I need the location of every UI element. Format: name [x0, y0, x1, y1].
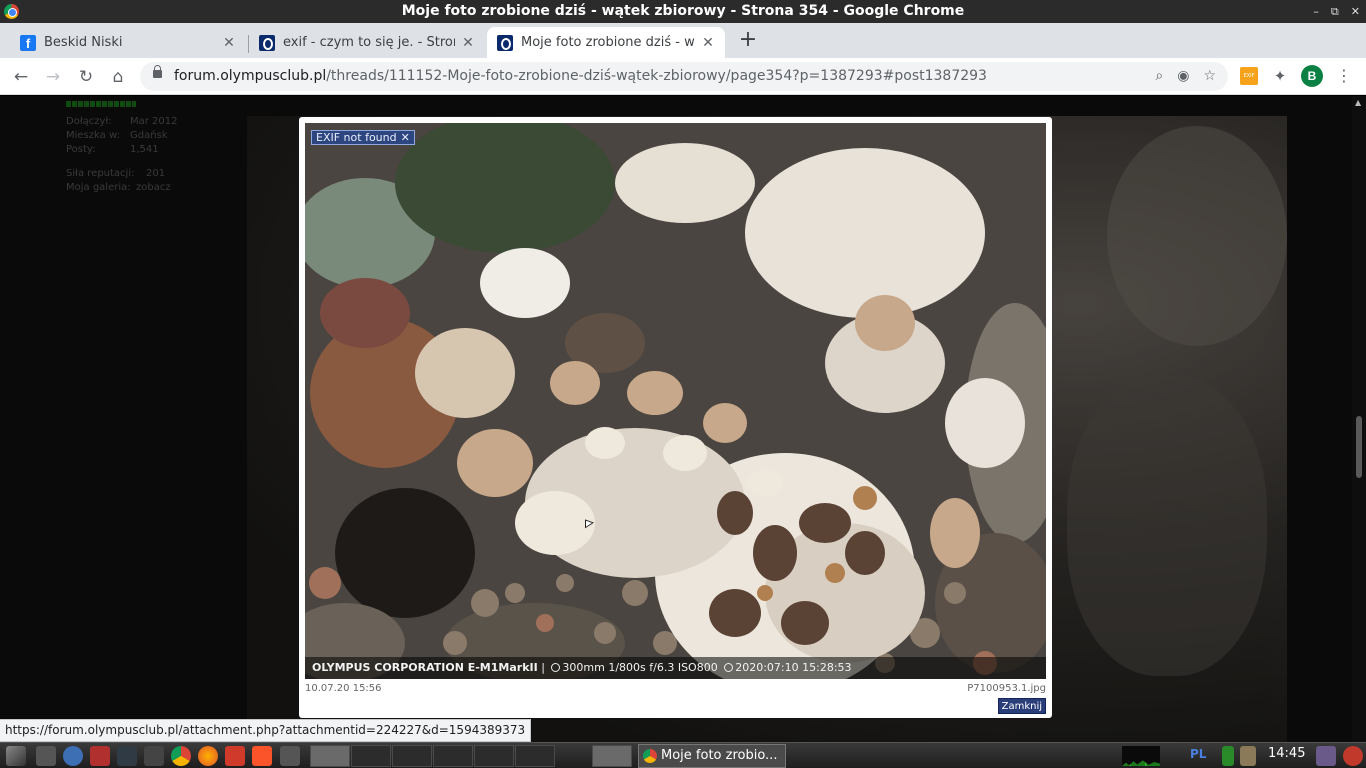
tab-close-icon[interactable]: ✕ — [701, 35, 715, 51]
tab-close-icon[interactable]: ✕ — [222, 35, 236, 51]
tab-moje-foto[interactable]: Moje foto zrobione dziś - w ✕ — [487, 27, 725, 58]
olympus-icon — [259, 34, 275, 51]
brave-launcher-icon[interactable] — [252, 746, 272, 766]
exif-extension-icon[interactable]: EXIF — [1240, 67, 1258, 85]
tab-strip: f Beskid Niski ✕ exif - czym to się je. … — [0, 23, 1366, 58]
workspace-5[interactable] — [474, 745, 514, 767]
show-desktop-icon[interactable] — [36, 746, 56, 766]
status-bar-url: https://forum.olympusclub.pl/attachment.… — [0, 719, 532, 742]
scrollbar-thumb[interactable] — [1356, 416, 1362, 478]
minimize-button[interactable]: – — [1313, 0, 1319, 23]
os-taskbar: Moje foto zrobio... PL 14:45 — [0, 742, 1366, 768]
zoom-icon[interactable]: ⌕ — [1155, 68, 1163, 84]
page-scrollbar[interactable]: ▲ — [1352, 96, 1366, 742]
lightbox-photo[interactable]: EXIF not found ✕ OLYMPUS CORPORATION E-M… — [305, 123, 1046, 679]
user-icon[interactable] — [1316, 746, 1336, 766]
clipboard-icon[interactable] — [1240, 746, 1256, 766]
exif-camera: OLYMPUS CORPORATION E-M1MarkII — [312, 661, 538, 674]
reload-icon[interactable]: ↻ — [75, 66, 97, 88]
profile-row: Moja galeria: zobacz — [66, 181, 171, 195]
exif-badge-close-icon[interactable]: ✕ — [401, 131, 410, 144]
cpu-graph — [1122, 746, 1160, 766]
forward-arrow-icon[interactable]: → — [42, 66, 64, 88]
address-bar[interactable]: forum.olympusclub.pl/threads/111152-Moje… — [140, 62, 1228, 91]
windows-switch-icon[interactable] — [280, 746, 300, 766]
reputation-bar — [66, 101, 136, 107]
clock[interactable]: 14:45 — [1268, 746, 1305, 761]
workspace-4[interactable] — [433, 745, 473, 767]
tab-beskid-niski[interactable]: f Beskid Niski ✕ — [10, 27, 246, 58]
taskbar-chrome-window[interactable]: Moje foto zrobio... — [638, 744, 786, 768]
new-tab-button[interactable]: + — [737, 29, 759, 51]
seashells-photo — [305, 123, 1046, 679]
tab-label: Beskid Niski — [44, 35, 123, 50]
dc-launcher-icon[interactable] — [225, 746, 245, 766]
lens-icon — [551, 663, 561, 672]
url-host: forum.olympusclub.pl — [174, 68, 327, 84]
exif-info-bar: OLYMPUS CORPORATION E-M1MarkII | 300mm 1… — [305, 657, 1046, 679]
window-title: Moje foto zrobione dziś - wątek zbiorowy… — [401, 3, 965, 19]
browser-toolbar: ← → ↻ ⌂ forum.olympusclub.pl/threads/111… — [0, 58, 1366, 95]
profile-avatar[interactable]: B — [1301, 65, 1323, 87]
terminal-red-icon[interactable] — [90, 746, 110, 766]
battery-icon[interactable] — [1222, 746, 1234, 766]
back-arrow-icon[interactable]: ← — [10, 66, 32, 88]
start-menu-icon[interactable] — [6, 746, 26, 766]
profile-row: Posty: 1,541 — [66, 144, 159, 155]
keyboard-layout[interactable]: PL — [1190, 747, 1206, 761]
network-browser-icon[interactable] — [63, 746, 83, 766]
chrome-icon — [4, 4, 19, 19]
facebook-icon: f — [20, 34, 36, 51]
workspace-1[interactable] — [310, 745, 350, 767]
tracking-eye-icon[interactable]: ◉ — [1177, 68, 1189, 84]
tab-label: exif - czym to się je. - Stron — [283, 35, 455, 50]
chrome-menu-icon[interactable]: ⋮ — [1336, 66, 1352, 86]
scroll-up-icon[interactable]: ▲ — [1355, 98, 1361, 107]
tab-label: Moje foto zrobione dziś - w — [521, 35, 695, 50]
olympus-icon — [497, 34, 513, 51]
profile-row: Dołączył: Mar 2012 — [66, 116, 178, 127]
image-lightbox: EXIF not found ✕ OLYMPUS CORPORATION E-M… — [299, 117, 1052, 718]
monitor-icon[interactable] — [117, 746, 137, 766]
power-icon[interactable] — [1343, 746, 1363, 766]
close-lightbox-button[interactable]: Zamknij — [997, 698, 1046, 714]
exif-datetime: 2020:07:10 15:28:53 — [735, 661, 852, 674]
firefox-window-slot[interactable] — [592, 745, 632, 767]
url-path: /threads/111152-Moje-foto-zrobione-dziś-… — [326, 68, 987, 84]
maximize-button[interactable]: ⧉ — [1331, 0, 1339, 23]
file-name: P7100953.1.jpg — [967, 683, 1046, 694]
tab-close-icon[interactable]: ✕ — [461, 35, 475, 51]
bookmark-star-icon[interactable]: ☆ — [1203, 68, 1216, 84]
lock-icon — [153, 65, 162, 78]
exif-badge[interactable]: EXIF not found ✕ — [311, 130, 415, 145]
extensions-puzzle-icon[interactable]: ✦ — [1271, 67, 1289, 85]
window-titlebar: Moje foto zrobione dziś - wątek zbiorowy… — [0, 0, 1366, 23]
home-icon[interactable]: ⌂ — [107, 66, 129, 88]
workspace-3[interactable] — [392, 745, 432, 767]
exif-settings: 300mm 1/800s f/6.3 ISO800 — [562, 661, 718, 674]
chrome-icon — [643, 749, 657, 763]
chrome-launcher-icon[interactable] — [171, 746, 191, 766]
tab-exif[interactable]: exif - czym to się je. - Stron ✕ — [249, 27, 485, 58]
gallery-link[interactable]: zobacz — [136, 181, 171, 195]
profile-row: Mieszka w: Gdańsk — [66, 130, 168, 141]
workspace-6[interactable] — [515, 745, 555, 767]
profile-row: Siła reputacji: 201 — [66, 168, 166, 179]
user-profile-panel: Dołączył: Mar 2012 Mieszka w: Gdańsk Posty… — [62, 98, 242, 195]
upload-date: 10.07.20 15:56 — [305, 683, 382, 694]
close-window-button[interactable]: ✕ — [1351, 0, 1360, 23]
taskbar-window-label: Moje foto zrobio... — [661, 748, 778, 763]
exif-badge-label: EXIF not found — [316, 131, 397, 144]
firefox-launcher-icon[interactable] — [198, 746, 218, 766]
clock-icon — [724, 663, 734, 672]
file-manager-icon[interactable] — [144, 746, 164, 766]
workspace-2[interactable] — [351, 745, 391, 767]
